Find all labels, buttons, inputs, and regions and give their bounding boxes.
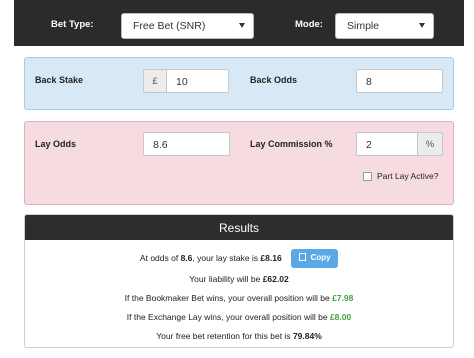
mode-label: Mode: (295, 19, 323, 30)
lay-stake-line: At odds of 8.6, your lay stake is £8.16 … (25, 249, 453, 268)
results-panel: Results At odds of 8.6, your lay stake i… (24, 214, 454, 348)
back-odds-label: Back Odds (250, 75, 298, 85)
bet-type-label: Bet Type: (51, 19, 94, 30)
lay-odds-input[interactable]: 8.6 (143, 132, 230, 156)
back-stake-label: Back Stake (35, 75, 84, 85)
bet-type-select[interactable]: Free Bet (SNR) (121, 13, 254, 39)
exchange-wins-value: £8.00 (329, 312, 352, 322)
mode-select[interactable]: Simple (335, 13, 434, 39)
bet-type-value: Free Bet (SNR) (133, 20, 206, 32)
lay-commission-value: 2 (366, 139, 372, 151)
lay-commission-input[interactable]: 2 (356, 132, 418, 156)
copy-button[interactable]: Copy (291, 249, 339, 268)
bookmaker-wins-line: If the Bookmaker Bet wins, your overall … (124, 293, 354, 303)
liability-line: Your liability will be £62.02 (189, 274, 289, 284)
chevron-down-icon (419, 23, 425, 28)
top-bar: Bet Type: Free Bet (SNR) Mode: Simple (14, 0, 464, 46)
copy-icon (298, 253, 306, 261)
mode-value: Simple (347, 20, 380, 32)
lay-odds-value: 8.6 (153, 139, 168, 151)
retention-value: 79.84% (292, 331, 322, 341)
copy-label: Copy (310, 253, 331, 262)
part-lay-checkbox[interactable] (363, 172, 372, 181)
retention-line: Your free bet retention for this bet is … (156, 331, 322, 341)
back-stake-value: 10 (176, 76, 188, 88)
percent-addon: % (417, 132, 443, 156)
lay-stake-result: £8.16 (260, 252, 282, 263)
currency-addon: £ (143, 69, 167, 93)
back-odds-input[interactable]: 8 (356, 69, 443, 93)
results-title: Results (25, 215, 453, 240)
back-stake-input[interactable]: 10 (166, 69, 229, 93)
back-odds-value: 8 (366, 76, 372, 88)
lay-commission-label: Lay Commission % (250, 139, 333, 149)
lay-panel: Lay Odds 8.6 Lay Commission % 2 % Part L… (24, 121, 454, 205)
exchange-wins-line: If the Exchange Lay wins, your overall p… (126, 312, 352, 322)
part-lay-label: Part Lay Active? (377, 171, 439, 181)
bookmaker-wins-value: £7.98 (332, 293, 354, 303)
back-panel: Back Stake £ 10 Back Odds 8 (24, 57, 454, 110)
lay-odds-result: 8.6 (180, 252, 193, 263)
lay-odds-label: Lay Odds (35, 139, 77, 149)
chevron-down-icon (239, 23, 245, 28)
liability-value: £62.02 (262, 274, 289, 284)
